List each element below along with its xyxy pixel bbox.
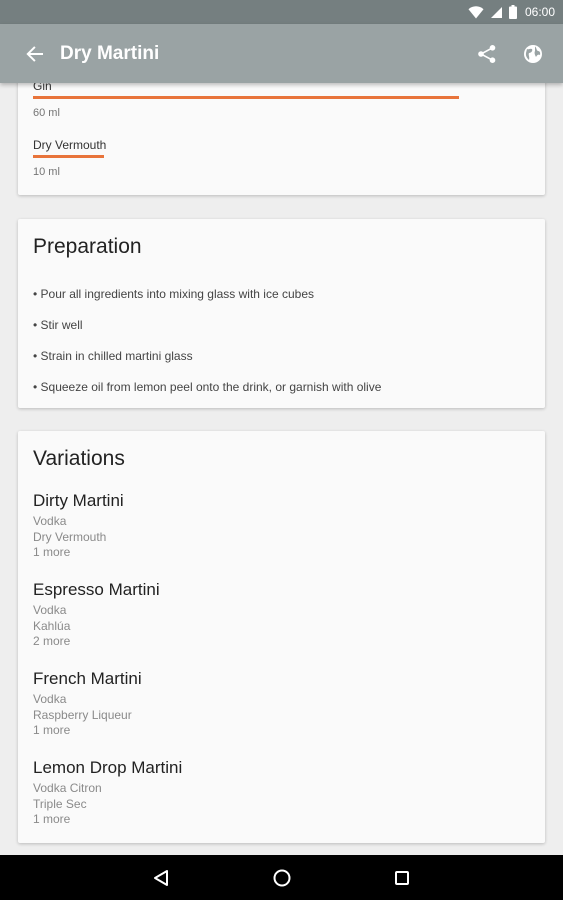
- nav-home-icon: [273, 869, 291, 887]
- ingredient-proportion-bar: [33, 96, 459, 99]
- variation-lemon-drop-martini[interactable]: Lemon Drop Martini Vodka Citron Triple S…: [33, 758, 182, 828]
- variation-ingredient: Vodka: [33, 514, 67, 528]
- preparation-step: • Strain in chilled martini glass: [33, 349, 193, 363]
- nav-home-button[interactable]: [262, 858, 302, 898]
- globe-icon: [524, 44, 542, 63]
- preparation-card: Preparation • Pour all ingredients into …: [18, 219, 545, 408]
- signal-icon: [490, 6, 502, 18]
- variation-ingredient: Vodka: [33, 603, 67, 617]
- open-web-button[interactable]: [520, 41, 546, 67]
- ingredient-amount: 10 ml: [33, 166, 60, 178]
- preparation-step: • Stir well: [33, 318, 83, 332]
- wifi-icon: [468, 5, 484, 18]
- nav-recents-button[interactable]: [382, 858, 422, 898]
- variation-ingredient: Raspberry Liqueur: [33, 707, 132, 722]
- status-bar: 06:00: [0, 0, 563, 24]
- navigation-bar: [0, 855, 563, 900]
- back-arrow-icon: [26, 45, 43, 62]
- preparation-heading: Preparation: [33, 235, 142, 258]
- ingredient-dry-vermouth: Dry Vermouth 10 ml: [33, 138, 106, 178]
- ingredient-name: Gin: [33, 83, 52, 93]
- app-bar: Dry Martini: [0, 24, 563, 83]
- ingredient-proportion-bar: [33, 155, 104, 158]
- variation-espresso-martini[interactable]: Espresso Martini Vodka Kahlúa 2 more: [33, 580, 160, 650]
- nav-back-icon: [154, 870, 168, 886]
- variation-more: 1 more: [33, 545, 71, 559]
- variation-dirty-martini[interactable]: Dirty Martini Vodka Dry Vermouth 1 more: [33, 491, 124, 561]
- content-scroll[interactable]: Gin 60 ml Dry Vermouth 10 ml Preparation…: [0, 83, 563, 855]
- preparation-step: • Pour all ingredients into mixing glass…: [33, 287, 315, 301]
- variation-more: 1 more: [33, 723, 71, 737]
- share-button[interactable]: [474, 41, 500, 67]
- nav-recents-icon: [395, 871, 409, 885]
- nav-back-button[interactable]: [141, 858, 181, 898]
- variation-name: Lemon Drop Martini: [33, 758, 183, 777]
- status-time: 06:00: [524, 5, 555, 19]
- variation-ingredient: Triple Sec: [33, 796, 87, 811]
- variation-ingredient: Vodka: [33, 692, 67, 706]
- variation-name: French Martini: [33, 669, 142, 688]
- page-title: Dry Martini: [60, 42, 160, 64]
- share-icon: [478, 44, 496, 63]
- back-button[interactable]: [22, 41, 48, 67]
- ingredient-gin: Gin 60 ml: [33, 83, 459, 119]
- variation-ingredient: Dry Vermouth: [33, 529, 107, 544]
- preparation-step: • Squeeze oil from lemon peel onto the d…: [33, 380, 382, 394]
- variation-more: 1 more: [33, 812, 71, 826]
- variation-ingredient: Kahlúa: [33, 618, 71, 633]
- variation-name: Dirty Martini: [33, 491, 124, 510]
- ingredient-amount: 60 ml: [33, 107, 60, 119]
- ingredient-name: Dry Vermouth: [33, 138, 107, 152]
- variations-heading: Variations: [33, 447, 125, 470]
- variation-more: 2 more: [33, 634, 71, 648]
- battery-icon: [508, 5, 517, 19]
- variation-french-martini[interactable]: French Martini Vodka Raspberry Liqueur 1…: [33, 669, 142, 739]
- variations-card: Variations Dirty Martini Vodka Dry Vermo…: [18, 431, 545, 843]
- ingredients-card: Gin 60 ml Dry Vermouth 10 ml: [18, 83, 545, 195]
- variation-ingredient: Vodka Citron: [33, 781, 102, 795]
- variation-name: Espresso Martini: [33, 580, 160, 599]
